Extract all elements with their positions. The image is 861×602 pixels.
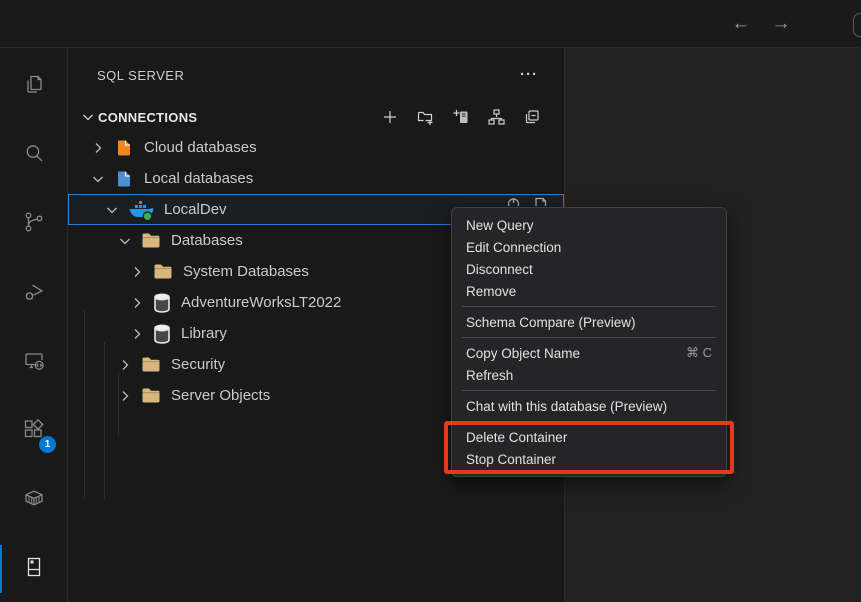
menu-group-container-actions: Delete Container Stop Container [452,426,726,470]
tree-item-label: LocalDev [164,201,227,218]
extensions-badge: 1 [39,436,56,453]
chevron-right-icon[interactable] [129,326,145,342]
folder-icon [141,356,161,373]
menu-item-copy-object-name[interactable]: Copy Object Name ⌘ C [452,342,726,364]
database-icon [153,324,171,344]
menu-item-disconnect[interactable]: Disconnect [452,258,726,280]
activity-run-debug[interactable] [0,269,68,317]
tree-item-label: System Databases [183,263,309,280]
tree-item-label: Library [181,325,227,342]
sidebar-title: SQL SERVER [97,68,184,83]
app-window: ← → [0,0,861,602]
active-indicator [0,545,2,593]
folder-icon [141,232,161,249]
chevron-right-icon[interactable] [117,357,133,373]
files-icon [22,72,46,101]
tree-item-cloud-databases[interactable]: Cloud databases [68,132,564,163]
running-status-dot [143,212,152,221]
titlebar: ← → [0,0,861,48]
activity-sql-server[interactable] [0,545,68,593]
menu-item-refresh[interactable]: Refresh [452,364,726,386]
menu-item-label: Remove [466,284,516,299]
chevron-down-icon[interactable] [80,109,96,125]
search-icon [22,141,46,170]
folder-icon [141,387,161,404]
source-control-icon [22,210,46,239]
chevron-right-icon[interactable] [129,264,145,280]
menu-item-label: Stop Container [466,452,556,467]
tree-item-label: AdventureWorksLT2022 [181,294,341,311]
chevron-right-icon[interactable] [90,140,106,156]
activity-explorer[interactable] [0,62,68,110]
activity-remote-explorer[interactable] [0,338,68,386]
menu-item-remove[interactable]: Remove [452,280,726,302]
menu-item-shortcut: ⌘ C [686,345,712,361]
activity-bar: 1 [0,48,68,602]
connect-hierarchy-icon[interactable] [488,109,505,125]
chevron-down-icon[interactable] [90,171,106,187]
chevron-down-icon[interactable] [117,233,133,249]
disconnect-action-icon [506,196,521,206]
menu-item-new-query[interactable]: New Query [452,214,726,236]
tree-item-label: Databases [171,232,243,249]
menu-group-clipboard: Copy Object Name ⌘ C Refresh [452,342,726,386]
menu-item-label: Disconnect [466,262,533,277]
connection-group-orange-icon [114,138,134,158]
activity-source-control[interactable] [0,200,68,248]
connections-label: CONNECTIONS [98,110,382,125]
menu-item-delete-container[interactable]: Delete Container [452,426,726,448]
context-menu: New Query Edit Connection Disconnect Rem… [451,207,727,477]
remote-explorer-icon [22,348,46,377]
menu-item-edit-connection[interactable]: Edit Connection [452,236,726,258]
container-icon [22,486,46,515]
menu-separator [462,337,716,338]
connections-toolbar [382,109,564,125]
sql-server-icon [22,555,46,584]
add-connection-icon[interactable] [382,109,398,125]
menu-item-label: New Query [466,218,534,233]
sidebar-title-row: SQL SERVER ··· [68,62,564,88]
menu-item-label: Delete Container [466,430,567,445]
back-arrow-icon[interactable]: ← [731,13,751,35]
activity-containers[interactable] [0,476,68,524]
new-query-action-icon [533,196,548,206]
menu-group-connection: New Query Edit Connection Disconnect Rem… [452,214,726,302]
activity-extensions[interactable]: 1 [0,407,68,455]
collapse-all-icon[interactable] [524,109,540,125]
tree-item-label: Server Objects [171,387,270,404]
menu-item-label: Chat with this database (Preview) [466,399,667,414]
menu-item-label: Refresh [466,368,513,383]
search-box-partial[interactable] [853,13,861,37]
new-connection-group-icon[interactable] [417,109,434,125]
tree-item-local-databases[interactable]: Local databases [68,163,564,194]
menu-item-label: Schema Compare (Preview) [466,315,636,330]
chevron-down-icon[interactable] [104,202,120,218]
menu-separator [462,390,716,391]
deploy-server-icon[interactable] [453,109,469,125]
forward-arrow-icon[interactable]: → [771,13,791,35]
folder-icon [153,263,173,280]
tree-item-label: Local databases [144,170,253,187]
menu-separator [462,306,716,307]
menu-item-stop-container[interactable]: Stop Container [452,448,726,470]
menu-separator [462,421,716,422]
tree-item-label: Security [171,356,225,373]
menu-item-schema-compare[interactable]: Schema Compare (Preview) [452,311,726,333]
connections-section-header[interactable]: CONNECTIONS [68,104,564,130]
menu-item-label: Copy Object Name [466,346,580,361]
menu-item-chat-database[interactable]: Chat with this database (Preview) [452,395,726,417]
menu-group-chat: Chat with this database (Preview) [452,395,726,417]
more-actions-icon[interactable]: ··· [520,70,538,80]
menu-item-label: Edit Connection [466,240,561,255]
debug-icon [22,279,46,308]
connection-group-blue-icon [114,169,134,189]
chevron-right-icon[interactable] [129,295,145,311]
tree-item-label: Cloud databases [144,139,257,156]
database-icon [153,293,171,313]
menu-group-schema: Schema Compare (Preview) [452,311,726,333]
activity-search[interactable] [0,131,68,179]
chevron-right-icon[interactable] [117,388,133,404]
docker-whale-icon [128,199,154,221]
tree-item-inline-actions[interactable] [506,196,548,206]
